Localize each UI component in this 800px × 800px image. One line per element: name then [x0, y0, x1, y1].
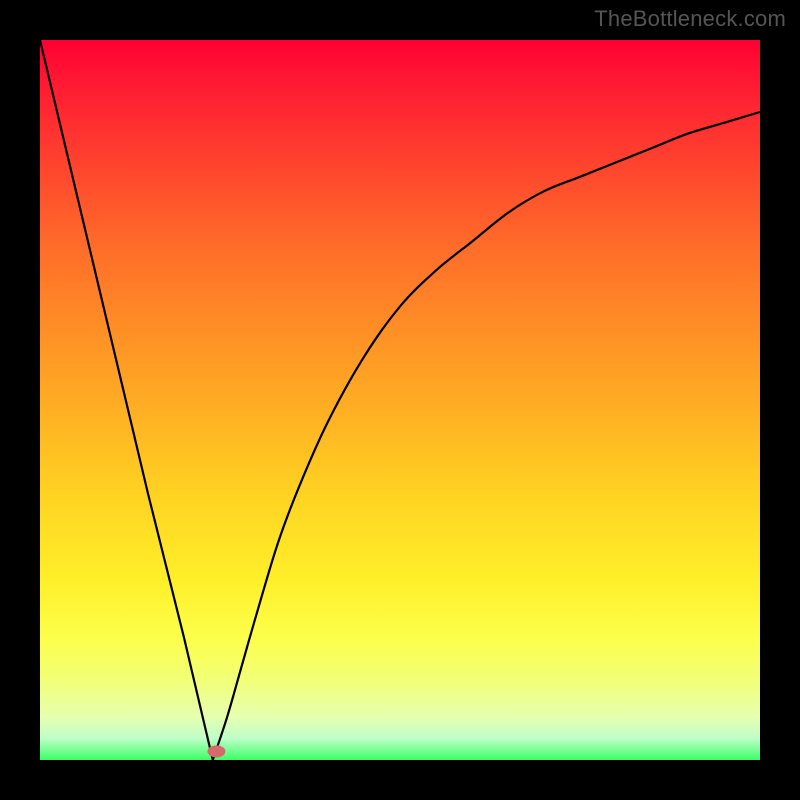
- chart-frame: TheBottleneck.com: [0, 0, 800, 800]
- curve-svg: [40, 40, 760, 760]
- plot-area: [40, 40, 760, 760]
- curve-right-branch: [213, 112, 760, 760]
- curve-left-branch: [40, 40, 213, 760]
- minimum-marker: [207, 745, 225, 757]
- watermark-text: TheBottleneck.com: [594, 6, 786, 32]
